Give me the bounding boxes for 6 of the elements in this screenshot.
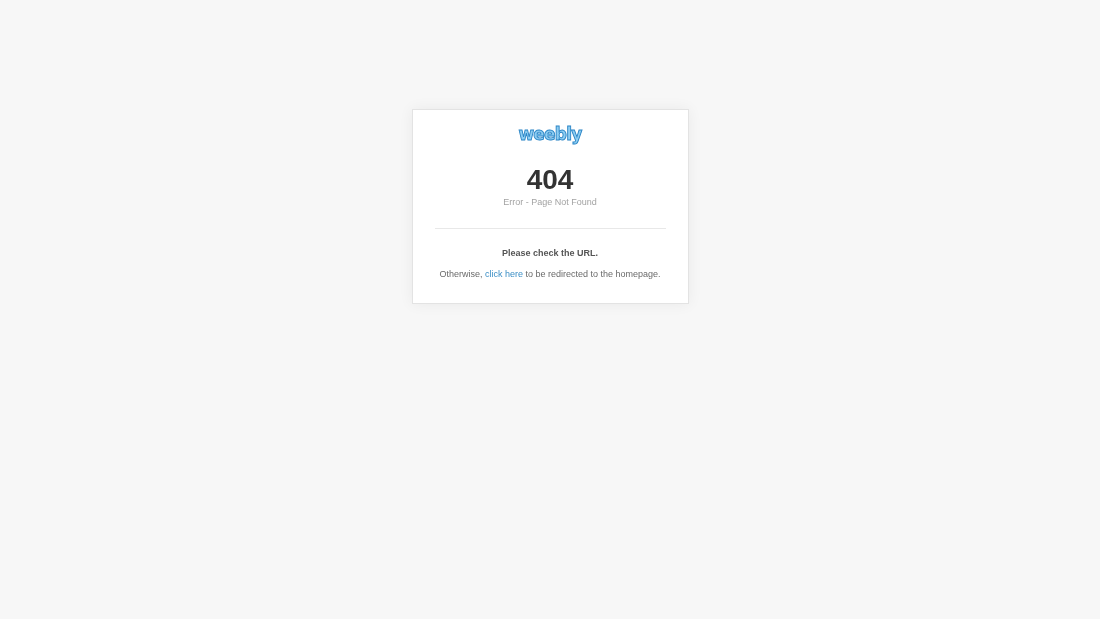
redirect-note: Otherwise, click here to be redirected to the homepage. (439, 268, 661, 280)
homepage-link[interactable]: click here (484, 269, 523, 279)
logo: weebly (518, 123, 582, 146)
instruction-text: Please check the URL. (501, 247, 598, 259)
error-message: Error - Page Not Found (503, 196, 597, 208)
error-code: 404 (526, 165, 574, 195)
